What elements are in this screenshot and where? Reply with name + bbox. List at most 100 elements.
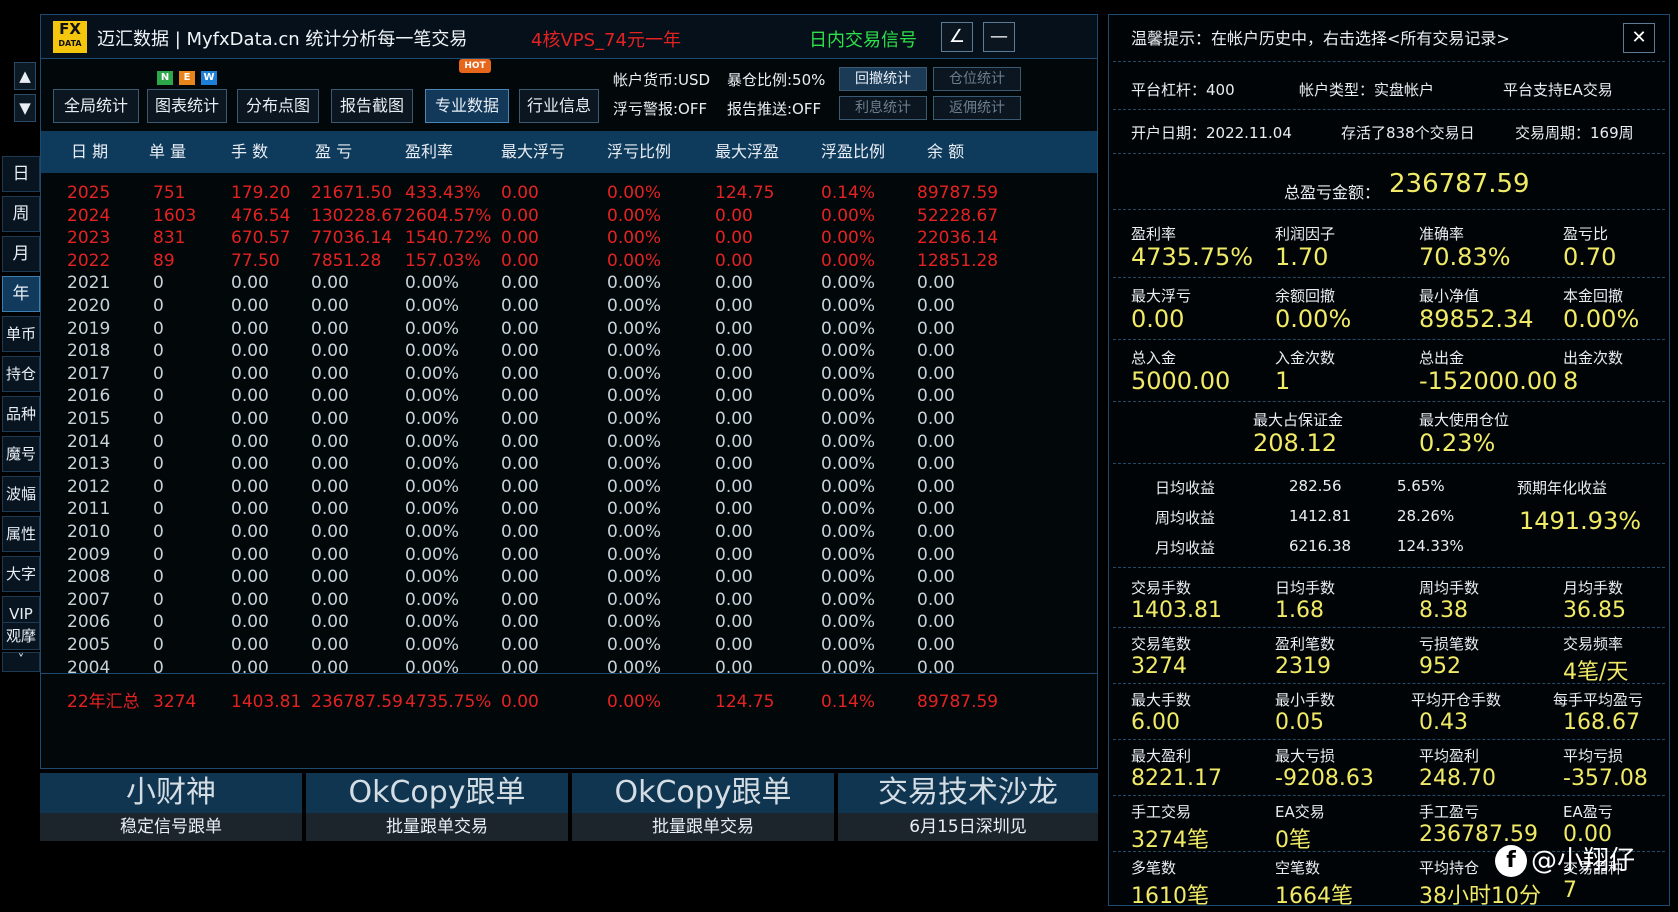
stat-label: 亏损笔数 (1419, 635, 1480, 653)
col-lots[interactable]: 手 数 (231, 131, 268, 173)
table-row[interactable]: 2010 0 0.00 0.00 0.00% 0.00 0.00% 0.00 0.00% 0.00 (41, 520, 1097, 544)
stat-label: 手工盈亏 (1419, 803, 1480, 821)
cell-balance: 0.00 (917, 341, 955, 362)
table-row[interactable]: 2022 89 77.50 7851.28 157.03% 0.00 0.00% 0.00 0.… (41, 249, 1097, 273)
table-row[interactable]: 2020 0 0.00 0.00 0.00% 0.00 0.00% 0.00 0.00% 0.00 (41, 294, 1097, 318)
nav-item-day[interactable]: 日 (2, 156, 40, 192)
table-row[interactable]: 2021 0 0.00 0.00 0.00% 0.00 0.00% 0.00 0.00% 0.00 (41, 271, 1097, 295)
report-push[interactable]: 报告推送:OFF (727, 98, 821, 119)
nav-item-magic[interactable]: 魔号 (2, 436, 40, 472)
banner-okcopy-2[interactable]: OkCopy跟单 批量跟单交易 (572, 773, 834, 841)
cell-max-floating-profit: 0.00 (715, 318, 753, 339)
nav-item-year[interactable]: 年 (2, 276, 40, 312)
cell-floating-profit-ratio: 0.14% (821, 183, 876, 203)
rebate-stats-button[interactable]: 返佣统计 (933, 96, 1021, 120)
intraday-signal-link[interactable]: 日内交易信号 (809, 26, 917, 52)
table-row[interactable]: 2023 831 670.57 77036.14 1540.72% 0.00 0.00% 0.… (41, 226, 1097, 250)
table-row[interactable]: 2009 0 0.00 0.00 0.00% 0.00 0.00% 0.00 0.00% 0.00 (41, 543, 1097, 567)
nav-item-month[interactable]: 月 (2, 236, 40, 272)
col-orders[interactable]: 单 量 (149, 131, 186, 173)
minimize-button[interactable]: — (983, 22, 1015, 52)
cell-profit: 0.00 (311, 341, 349, 362)
table-row[interactable]: 2007 0 0.00 0.00 0.00% 0.00 0.00% 0.00 0.00% 0.00 (41, 588, 1097, 612)
col-max-floating-loss[interactable]: 最大浮亏 (501, 131, 565, 173)
col-floating-profit-ratio[interactable]: 浮盈比例 (821, 131, 885, 173)
interest-stats-button[interactable]: 利息统计 (839, 96, 927, 120)
cell-floating-loss-ratio: 0.00% (607, 544, 662, 565)
chart-stats-button[interactable]: 图表统计 (147, 89, 227, 123)
stat-label: 出金次数 (1563, 349, 1624, 367)
col-profit[interactable]: 盈 亏 (315, 131, 352, 173)
table-row[interactable]: 2014 0 0.00 0.00 0.00% 0.00 0.00% 0.00 0.00% 0.00 (41, 430, 1097, 454)
col-profit-rate[interactable]: 盈利率 (405, 131, 453, 173)
scroll-up-button[interactable]: ▲ (14, 62, 36, 90)
pro-data-button[interactable]: 专业数据 (425, 89, 509, 123)
title-bar: FX DATA 迈汇数据 | MyfxData.cn 统计分析每一笔交易 4核V… (41, 15, 1097, 59)
summary-floating-profit-ratio: 0.14% (821, 692, 876, 712)
cell-orders: 1603 (153, 205, 197, 226)
table-row[interactable]: 2005 0 0.00 0.00 0.00% 0.00 0.00% 0.00 0.00% 0.00 (41, 633, 1097, 657)
cell-floating-loss-ratio: 0.00% (607, 296, 662, 316)
cell-profit: 7851.28 (311, 250, 382, 271)
nav-item-observe[interactable]: 观摩 (2, 622, 40, 650)
col-max-floating-profit[interactable]: 最大浮盈 (715, 131, 779, 173)
table-row[interactable]: 2015 0 0.00 0.00 0.00% 0.00 0.00% 0.00 0.00% 0.00 (41, 407, 1097, 431)
cell-profit-rate: 0.00% (405, 612, 460, 633)
nav-item-symbols[interactable]: 品种 (2, 396, 40, 432)
nav-more-icon[interactable]: ˅ (2, 652, 40, 672)
nav-item-week[interactable]: 周 (2, 196, 40, 232)
col-balance[interactable]: 余 额 (927, 131, 964, 173)
vps-promo-link[interactable]: 4核VPS_74元一年 (531, 26, 681, 52)
cell-max-floating-loss: 0.00 (501, 250, 539, 271)
stat-label: 空笔数 (1275, 859, 1321, 877)
table-row[interactable]: 2008 0 0.00 0.00 0.00% 0.00 0.00% 0.00 0.00% 0.00 (41, 565, 1097, 589)
cell-date: 2006 (67, 612, 111, 633)
table-row[interactable]: 2011 0 0.00 0.00 0.00% 0.00 0.00% 0.00 0.00% 0.00 (41, 497, 1097, 521)
cell-max-floating-loss: 0.00 (501, 476, 539, 497)
cell-floating-loss-ratio: 0.00% (607, 318, 662, 339)
stat-label: 最大使用仓位 (1419, 411, 1510, 429)
cell-lots: 0.00 (231, 386, 269, 407)
stat-label: EA交易 (1275, 803, 1325, 821)
col-date[interactable]: 日 期 (71, 131, 108, 173)
banner-title: 小财神 (126, 775, 216, 810)
edit-icon[interactable]: ∠ (941, 22, 973, 52)
banner-trading-salon[interactable]: 交易技术沙龙 6月15日深圳见 (838, 773, 1098, 841)
nav-item-large-font[interactable]: 大字 (2, 556, 40, 592)
table-row[interactable]: 2013 0 0.00 0.00 0.00% 0.00 0.00% 0.00 0.00% 0.00 (41, 452, 1097, 476)
floating-loss-alert[interactable]: 浮亏警报:OFF (613, 98, 707, 119)
close-button[interactable]: ✕ (1623, 23, 1655, 53)
new-badge-n: N (157, 71, 173, 85)
divider (1113, 795, 1665, 796)
cell-max-floating-profit: 0.00 (715, 273, 753, 294)
table-row[interactable]: 2019 0 0.00 0.00 0.00% 0.00 0.00% 0.00 0.00% 0.00 (41, 317, 1097, 341)
table-row[interactable]: 2024 1603 476.54 130228.67 2604.57% 0.00 0.00%… (41, 204, 1097, 228)
stat-min-lots: 0.05 (1275, 710, 1324, 735)
table-row[interactable]: 2018 0 0.00 0.00 0.00% 0.00 0.00% 0.00 0.00% 0.00 (41, 339, 1097, 363)
col-floating-loss-ratio[interactable]: 浮亏比例 (607, 131, 671, 173)
nav-item-range[interactable]: 波幅 (2, 476, 40, 512)
table-row[interactable]: 2016 0 0.00 0.00 0.00% 0.00 0.00% 0.00 0.00% 0.00 (41, 384, 1097, 408)
scroll-down-button[interactable]: ▼ (14, 94, 36, 122)
industry-info-button[interactable]: 行业信息 (519, 89, 599, 123)
global-stats-button[interactable]: 全局统计 (53, 89, 139, 123)
banner-xiaocaishen[interactable]: 小财神 稳定信号跟单 (40, 773, 302, 841)
cell-floating-loss-ratio: 0.00% (607, 205, 662, 226)
position-stats-button[interactable]: 仓位统计 (933, 67, 1021, 91)
nav-item-attributes[interactable]: 属性 (2, 516, 40, 552)
distribution-chart-button[interactable]: 分布点图 (237, 89, 319, 123)
nav-item-positions[interactable]: 持仓 (2, 356, 40, 392)
cell-floating-profit-ratio: 0.00% (821, 318, 876, 339)
table-row[interactable]: 2012 0 0.00 0.00 0.00% 0.00 0.00% 0.00 0.00% 0.00 (41, 475, 1097, 499)
table-row[interactable]: 2025 751 179.20 21671.50 433.43% 0.00 0.00% 124… (41, 181, 1097, 205)
drawdown-stats-button[interactable]: 回撤统计 (839, 67, 927, 91)
cell-floating-profit-ratio: 0.00% (821, 522, 876, 542)
report-screenshot-button[interactable]: 报告截图 (331, 89, 413, 123)
cell-profit-rate: 0.00% (405, 544, 460, 565)
table-row[interactable]: 2017 0 0.00 0.00 0.00% 0.00 0.00% 0.00 0.00% 0.00 (41, 362, 1097, 386)
table-row[interactable]: 2006 0 0.00 0.00 0.00% 0.00 0.00% 0.00 0.00% 0.00 (41, 610, 1097, 634)
banner-okcopy-1[interactable]: OkCopy跟单 批量跟单交易 (306, 773, 568, 841)
stat-label: 利润因子 (1275, 225, 1336, 243)
stat-long-trades: 1610笔 (1131, 884, 1209, 909)
nav-item-single-currency[interactable]: 单币 (2, 316, 40, 352)
